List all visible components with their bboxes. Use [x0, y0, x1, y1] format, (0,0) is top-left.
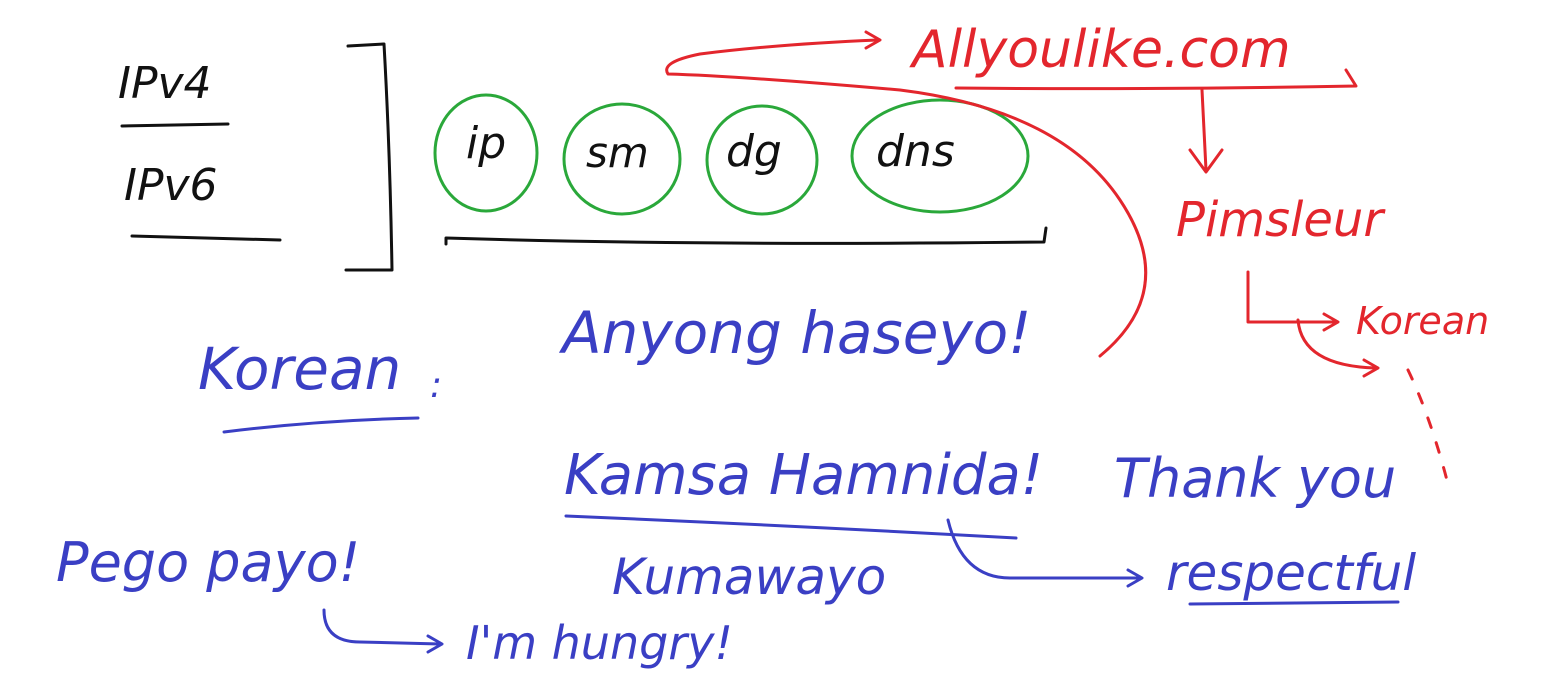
course-language: Korean	[1356, 299, 1490, 343]
hungry-phrase: Pego payo!	[56, 531, 361, 594]
thanks-translation: Thank you	[1114, 447, 1397, 510]
protocol-ipv4: IPv4	[118, 58, 212, 109]
thanks-formal-phrase: Kamsa Hamnida!	[564, 443, 1044, 508]
arrow-to-pimsleur	[1200, 88, 1208, 172]
setting-sm: sm	[586, 128, 649, 177]
arrow-to-respectful	[946, 518, 1142, 580]
greeting-phrase: Anyong haseyo!	[562, 299, 1032, 367]
arrow-to-hungry	[322, 608, 442, 646]
korean-underline	[222, 416, 420, 434]
setting-dns: dns	[876, 126, 955, 177]
thanks-note: respectful	[1166, 544, 1417, 602]
settings-bracket	[444, 226, 1048, 246]
respectful-underline	[1188, 600, 1400, 606]
korean-label: Korean	[198, 335, 402, 403]
website-name: Allyoulike.com	[912, 20, 1291, 80]
dashed-trail	[1406, 368, 1452, 494]
whiteboard-notes: IPv4 IPv6 ip sm dg dns Allyoulike.com Pi…	[0, 0, 1567, 691]
ipv6-underline	[130, 234, 282, 242]
right-bracket	[344, 42, 394, 272]
protocol-ipv6: IPv6	[124, 160, 218, 211]
setting-ip: ip	[466, 118, 507, 169]
course-name: Pimsleur	[1176, 192, 1384, 248]
ipv4-underline	[120, 122, 230, 128]
setting-dg: dg	[726, 126, 782, 177]
korean-colon: :	[430, 365, 443, 406]
hungry-translation: I'm hungry!	[466, 616, 733, 670]
thanks-casual-phrase: Kumawayo	[612, 548, 887, 606]
